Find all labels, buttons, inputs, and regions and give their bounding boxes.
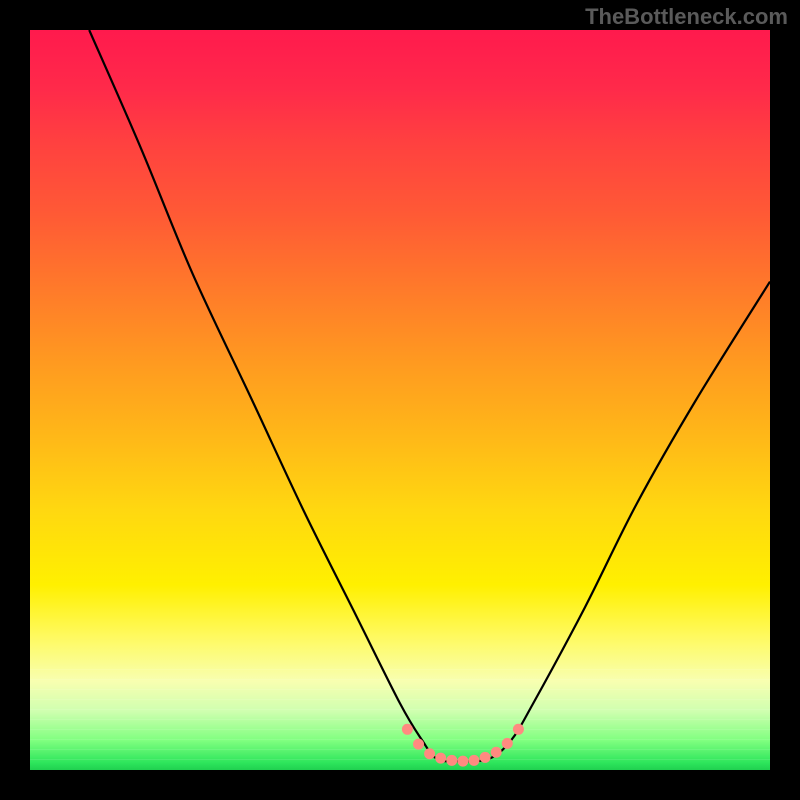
chart-curve-svg xyxy=(30,30,770,770)
watermark-text: TheBottleneck.com xyxy=(585,4,788,30)
optimal-range-dots xyxy=(402,724,524,767)
chart-plot-area xyxy=(30,30,770,770)
bottleneck-curve xyxy=(89,30,770,761)
